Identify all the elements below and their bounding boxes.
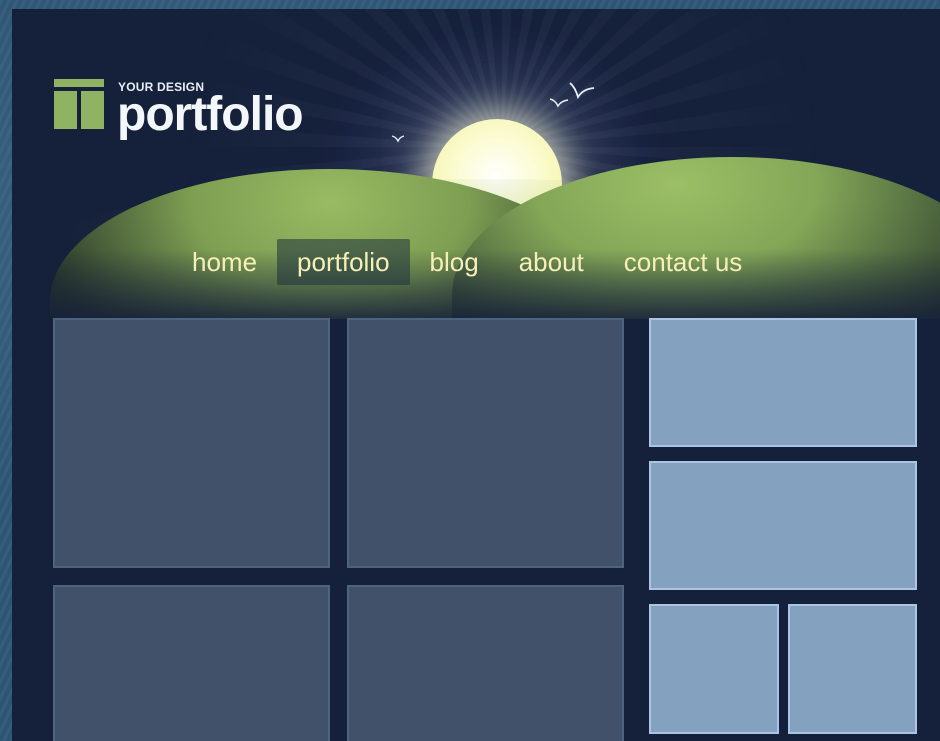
page-frame: YOUR DESIGN portfolio home portfolio blo… (12, 9, 940, 741)
header-scene: YOUR DESIGN portfolio home portfolio blo… (12, 9, 940, 319)
sidebar-panel[interactable] (649, 461, 917, 590)
nav-item-about[interactable]: about (499, 239, 604, 285)
portfolio-thumbnail[interactable] (53, 318, 330, 568)
nav-item-home[interactable]: home (172, 239, 277, 285)
sidebar-thumbnail[interactable] (788, 604, 917, 734)
nav-item-portfolio[interactable]: portfolio (277, 239, 410, 285)
bird-icon (391, 135, 405, 143)
bird-icon (549, 98, 569, 108)
bird-icon (569, 82, 595, 100)
logo-mark-icon (54, 79, 104, 129)
logo-title: portfolio (117, 88, 304, 141)
sidebar-thumbnail[interactable] (649, 604, 779, 734)
portfolio-thumbnail[interactable] (347, 585, 624, 741)
portfolio-thumbnail[interactable] (347, 318, 624, 568)
portfolio-thumbnail[interactable] (53, 585, 330, 741)
nav-item-blog[interactable]: blog (410, 239, 499, 285)
main-nav: home portfolio blog about contact us (172, 238, 762, 286)
nav-item-contact-us[interactable]: contact us (604, 239, 763, 285)
sidebar-panel[interactable] (649, 318, 917, 447)
